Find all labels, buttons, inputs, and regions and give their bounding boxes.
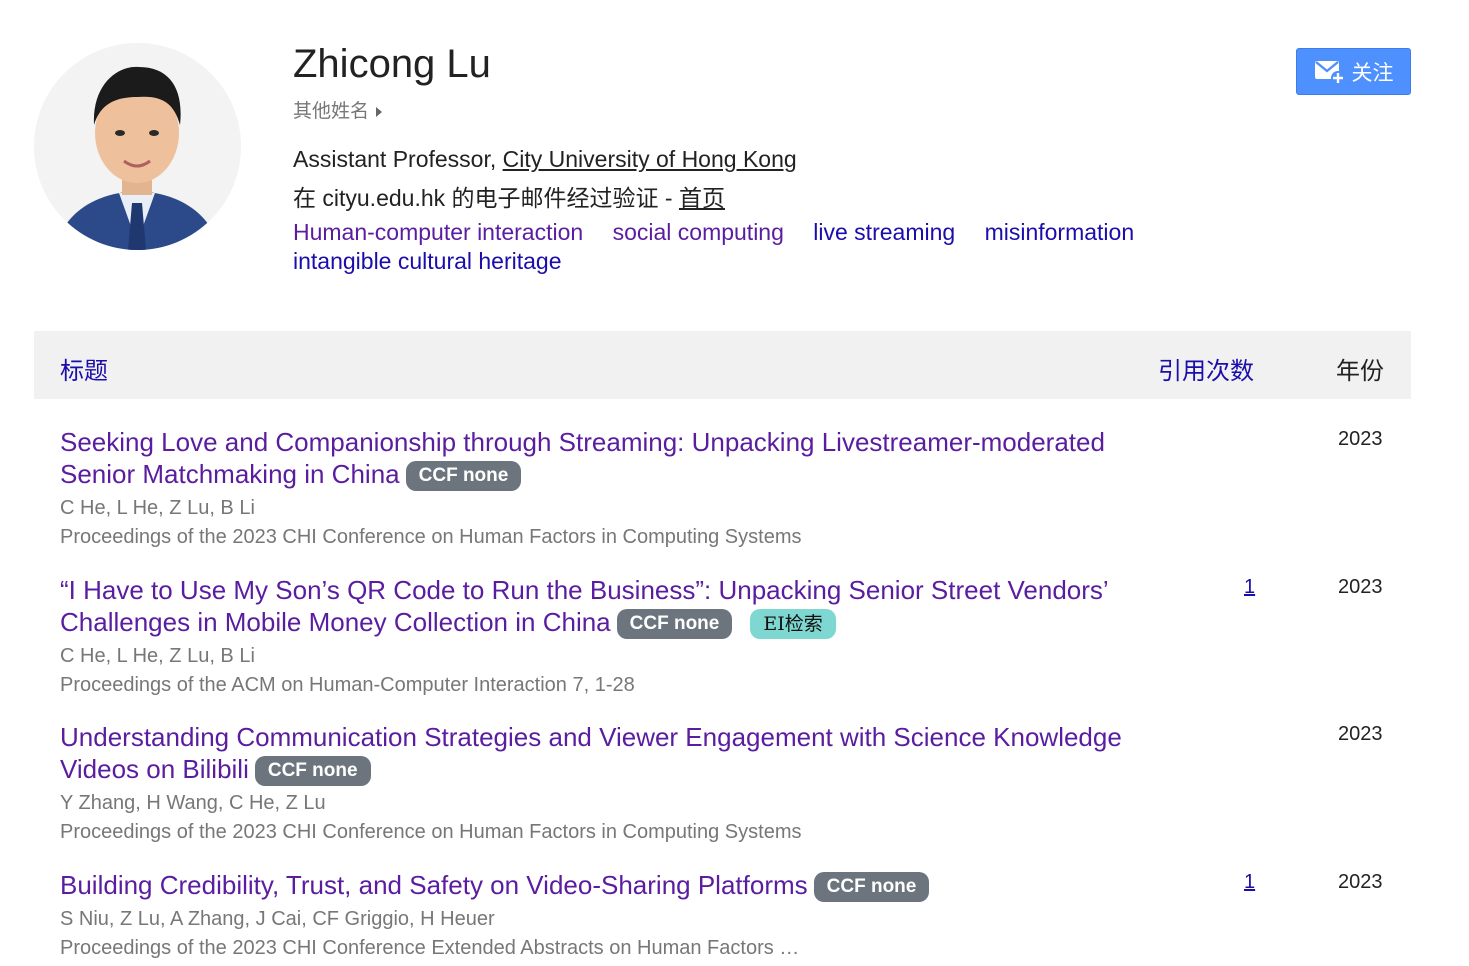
profile-name: Zhicong Lu [293, 42, 491, 86]
interest-link[interactable]: social computing [613, 219, 784, 245]
citation-count-link[interactable]: 1 [1244, 576, 1255, 599]
paper-venue: Proceedings of the 2023 CHI Conference E… [60, 937, 800, 960]
interest-link[interactable]: live streaming [813, 219, 955, 245]
table-row: Building Credibility, Trust, and Safety … [60, 869, 1400, 960]
email-text: 在 cityu.edu.hk 的电子邮件经过验证 - [293, 185, 679, 211]
paper-authors: S Niu, Z Lu, A Zhang, J Cai, CF Griggio,… [60, 908, 495, 931]
caret-right-icon [376, 106, 383, 117]
ei-index-badge: EI检索 [750, 609, 836, 640]
paper-year: 2023 [1338, 576, 1383, 598]
paper-title-link[interactable]: Building Credibility, Trust, and Safety … [60, 870, 808, 900]
paper-venue: Proceedings of the 2023 CHI Conference o… [60, 526, 802, 549]
homepage-link[interactable]: 首页 [679, 185, 725, 211]
sort-by-year[interactable]: 年份 [1336, 351, 1384, 386]
follow-label: 关注 [1351, 61, 1394, 85]
person-portrait-icon [34, 43, 241, 250]
table-row: “I Have to Use My Son’s QR Code to Run t… [60, 574, 1400, 697]
affiliation-title: Assistant Professor, [293, 146, 503, 172]
research-interests: Human-computer interaction social comput… [293, 218, 1213, 276]
ccf-badge: CCF none [616, 609, 733, 640]
other-names-toggle[interactable]: 其他姓名 [293, 96, 383, 123]
paper-year: 2023 [1338, 871, 1383, 893]
paper-year: 2023 [1338, 723, 1383, 745]
interest-link[interactable]: misinformation [985, 219, 1135, 245]
paper-title-link[interactable]: “I Have to Use My Son’s QR Code to Run t… [60, 575, 1108, 637]
ccf-badge: CCF none [254, 756, 371, 787]
paper-title-link[interactable]: Seeking Love and Companionship through S… [60, 427, 1105, 489]
paper-authors: C He, L He, Z Lu, B Li [60, 497, 255, 520]
paper-authors: C He, L He, Z Lu, B Li [60, 645, 255, 668]
paper-authors: Y Zhang, H Wang, C He, Z Lu [60, 792, 326, 815]
paper-title-link[interactable]: Understanding Communication Strategies a… [60, 722, 1122, 784]
paper-venue: Proceedings of the 2023 CHI Conference o… [60, 821, 802, 844]
table-row: Seeking Love and Companionship through S… [60, 426, 1400, 549]
ccf-badge: CCF none [813, 872, 930, 903]
paper-year: 2023 [1338, 428, 1383, 450]
interest-link[interactable]: Human-computer interaction [293, 219, 583, 245]
other-names-label: 其他姓名 [293, 101, 370, 122]
sort-by-title[interactable]: 标题 [60, 351, 108, 386]
mail-plus-icon [1314, 60, 1345, 85]
profile-photo [34, 43, 241, 250]
paper-venue: Proceedings of the ACM on Human-Computer… [60, 674, 635, 697]
affiliation: Assistant Professor, City University of … [293, 146, 797, 173]
email-verification: 在 cityu.edu.hk 的电子邮件经过验证 - 首页 [293, 179, 725, 213]
affiliation-link[interactable]: City University of Hong Kong [503, 146, 797, 172]
table-header: 标题 引用次数 年份 [34, 331, 1411, 399]
table-row: Understanding Communication Strategies a… [60, 721, 1400, 844]
sort-by-citations[interactable]: 引用次数 [1158, 351, 1254, 386]
ccf-badge: CCF none [405, 461, 522, 492]
follow-button[interactable]: 关注 [1296, 48, 1411, 95]
interest-link[interactable]: intangible cultural heritage [293, 248, 562, 274]
citation-count-link[interactable]: 1 [1244, 871, 1255, 894]
